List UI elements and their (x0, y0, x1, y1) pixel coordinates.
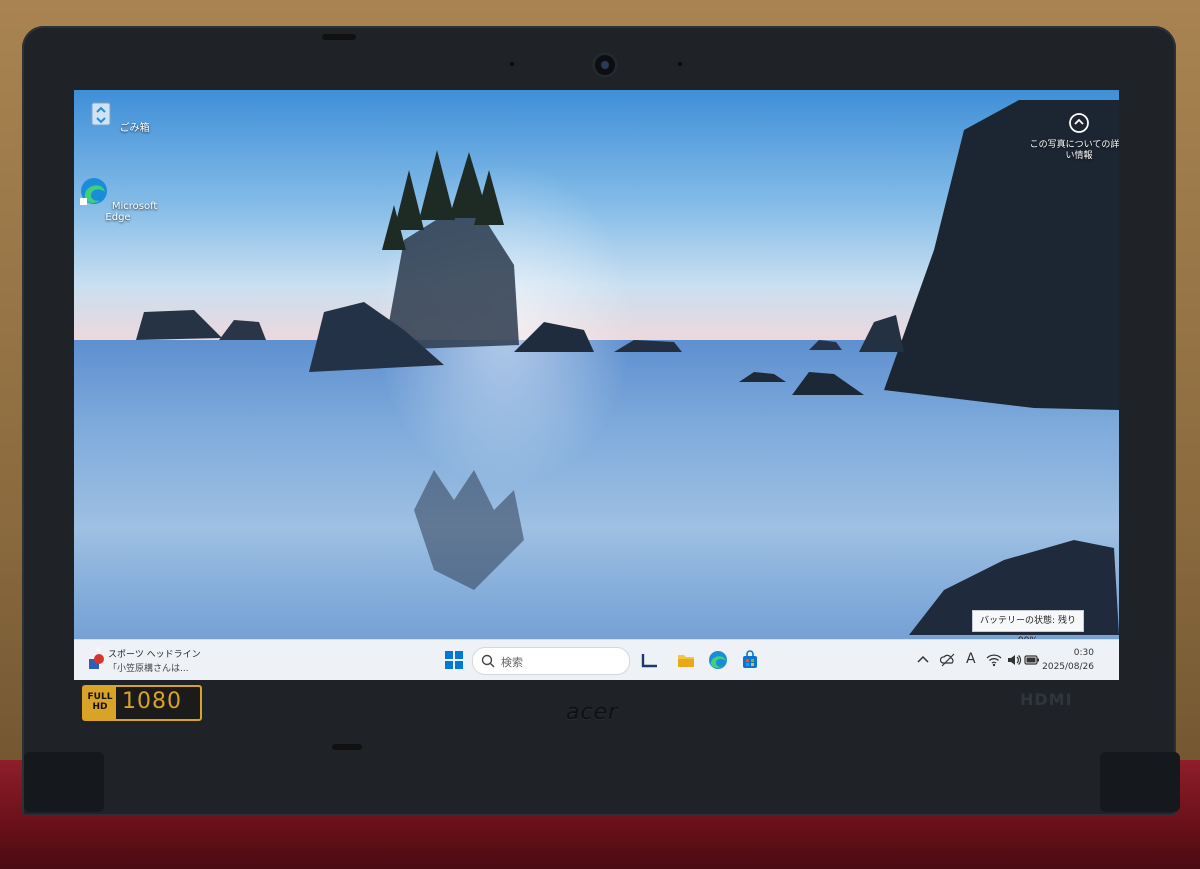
ime-indicator[interactable]: A (966, 651, 976, 667)
desktop-screen: ごみ箱 Microsoft Edge この写真についての詳しい情報 バッテリーの… (74, 90, 1119, 680)
full-hd-badge: FULL HD 1080 (82, 685, 202, 721)
sensor-dot (510, 62, 514, 66)
store-icon[interactable] (740, 650, 760, 670)
news-badge: 4 (96, 646, 101, 654)
start-icon[interactable] (444, 650, 464, 670)
tree-reflection (414, 470, 524, 590)
recycle-bin-label: ごみ箱 (119, 123, 150, 134)
beach-rock (739, 372, 786, 382)
edge-icon (79, 178, 107, 205)
left-islet (136, 310, 222, 340)
news-title: スポーツ ヘッドライン (108, 650, 201, 660)
webcam (592, 52, 618, 78)
edge-shortcut-label: Microsoft Edge (105, 201, 158, 223)
battery-tooltip: バッテリーの状態: 残り 99% (972, 610, 1084, 646)
volume-icon[interactable] (1006, 652, 1022, 668)
onedrive-icon[interactable] (940, 652, 956, 668)
hdmi-logo: HDMI (1020, 690, 1073, 709)
sensor-dot (678, 62, 682, 66)
taskbar: 4 スポーツ ヘッドライン 「小笠原構さんは... 検索 A 0:30 2025… (74, 639, 1119, 680)
widgets-news[interactable]: 4 スポーツ ヘッドライン 「小笠原構さんは... (88, 646, 208, 676)
mid-rock-2 (614, 340, 682, 352)
search-icon (481, 654, 495, 668)
small-rock (809, 340, 842, 350)
wifi-icon[interactable] (986, 652, 1002, 668)
recycle-bin[interactable]: ごみ箱 (78, 98, 158, 134)
hinge-right (1100, 752, 1180, 812)
wallpaper-scenery (136, 100, 1119, 635)
camera-info-icon (1069, 113, 1089, 133)
search-box[interactable]: 検索 (472, 647, 630, 675)
spotlight-info[interactable]: この写真についての詳しい情報 (1029, 112, 1119, 162)
bezel-notch (332, 744, 362, 750)
brand-logo: acer (566, 700, 619, 725)
clock-date: 2025/08/26 (1042, 662, 1094, 672)
bezel-notch (322, 34, 356, 40)
full-hd-label: FULL HD (84, 687, 116, 719)
clock-time: 0:30 (1073, 648, 1094, 658)
hinge-left (24, 752, 104, 812)
recycle-bin-icon (91, 102, 111, 126)
left-islet-2 (219, 320, 266, 340)
file-explorer-icon[interactable] (676, 650, 696, 670)
resolution-label: 1080 (122, 689, 182, 714)
system-clock[interactable]: 0:30 2025/08/26 (1034, 646, 1094, 674)
edge-icon[interactable] (708, 650, 728, 670)
beach-rock-2 (792, 372, 864, 395)
news-icon (89, 654, 104, 669)
widgets-icon[interactable] (640, 650, 660, 670)
edge-shortcut[interactable]: Microsoft Edge (78, 176, 158, 223)
search-placeholder: 検索 (501, 656, 523, 669)
spotlight-label: この写真についての詳しい情報 (1029, 140, 1119, 161)
sea-stack-rock (384, 215, 519, 350)
chevron-up-icon[interactable] (916, 653, 930, 667)
mid-rock (514, 322, 594, 352)
news-subtitle: 「小笠原構さんは... (108, 664, 189, 674)
right-stack (859, 315, 904, 352)
